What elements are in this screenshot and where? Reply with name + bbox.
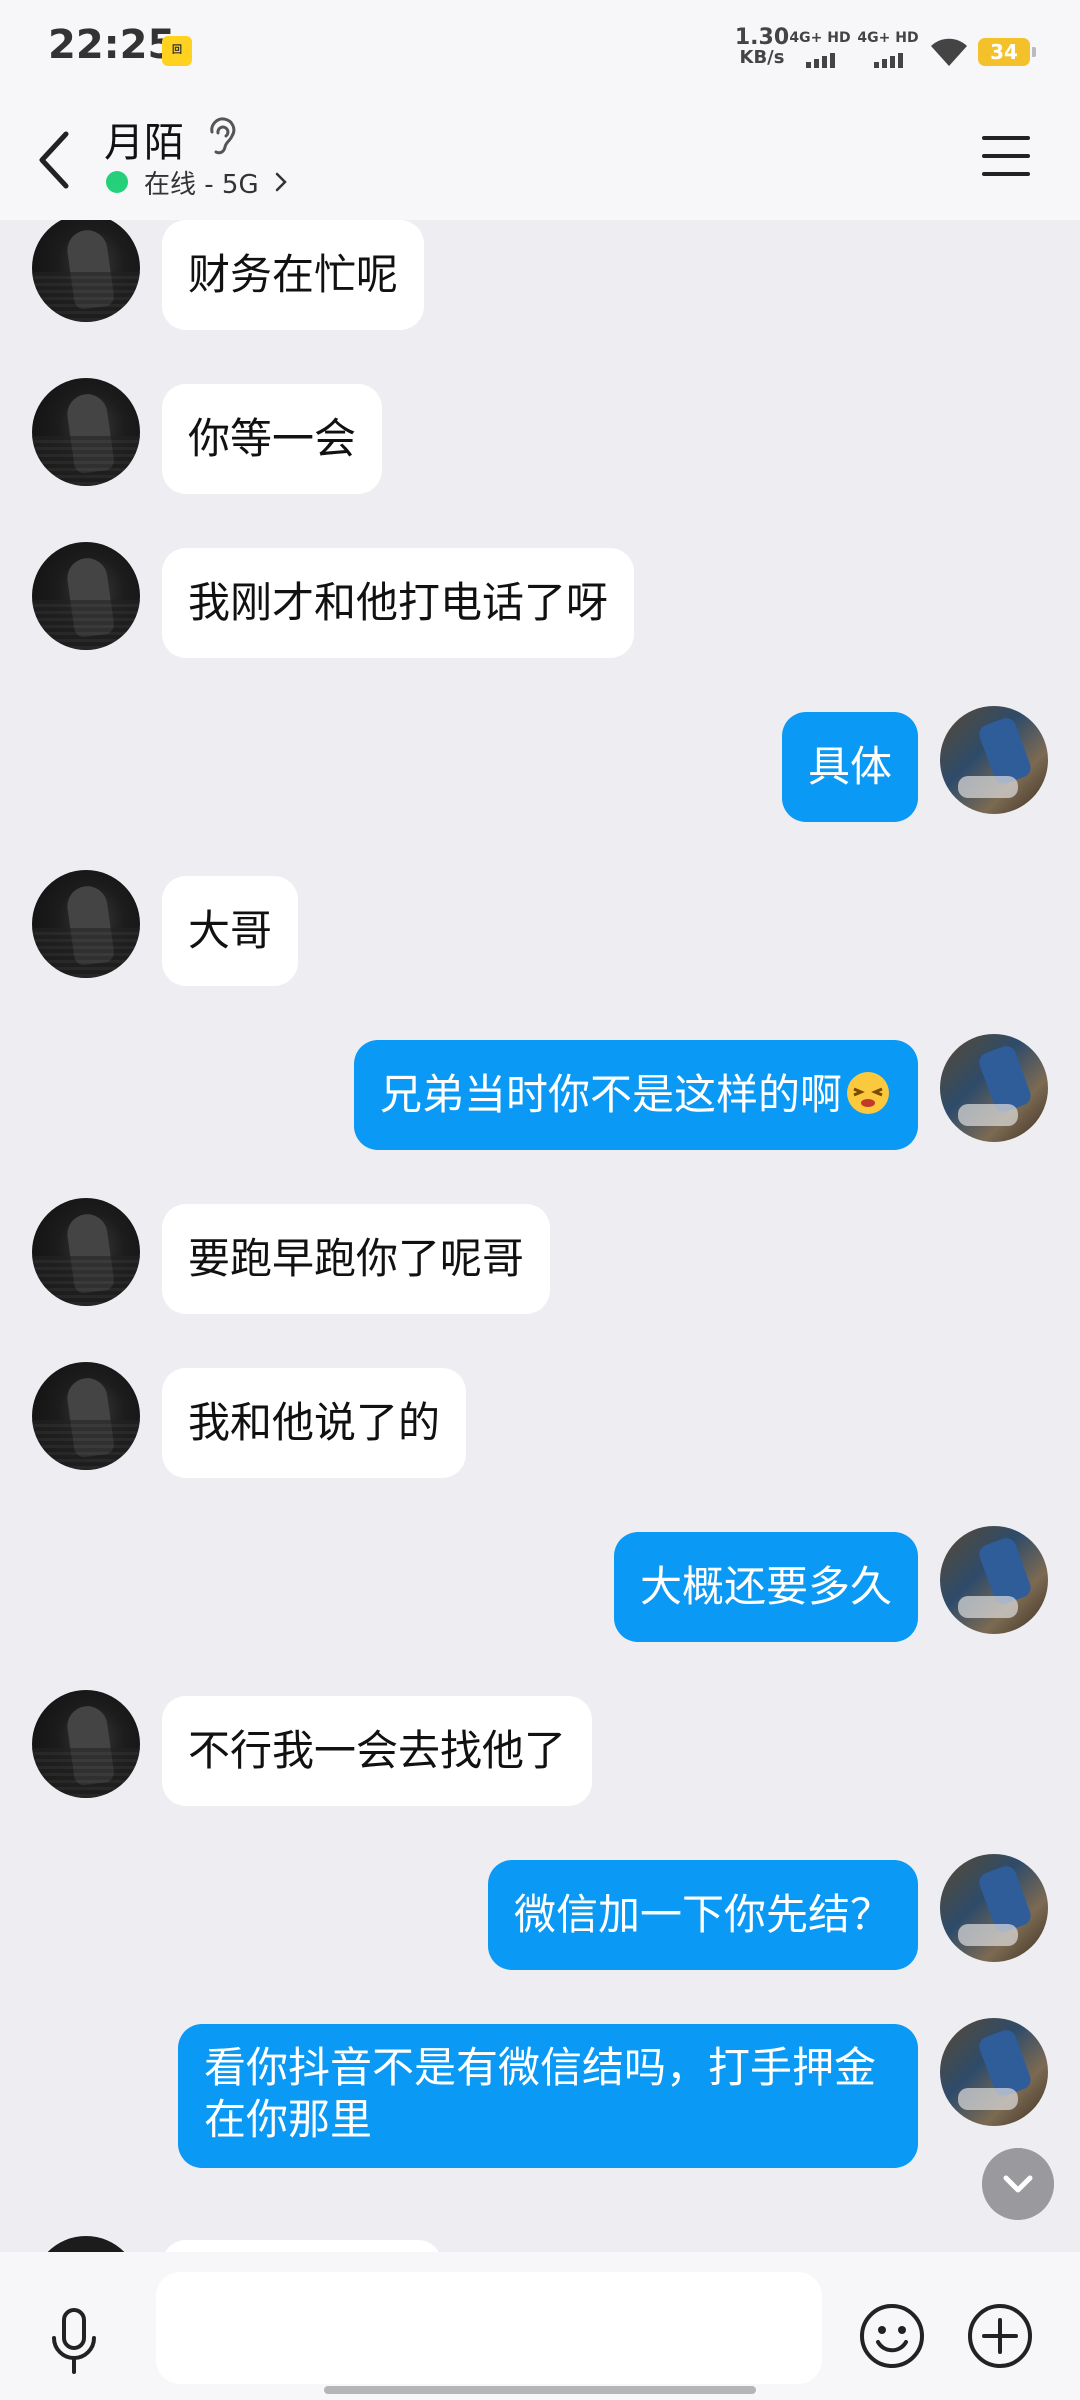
- network-speed-value: 1.30: [734, 25, 790, 50]
- chevron-right-icon: [275, 172, 287, 192]
- app-notification-icon: 回: [162, 36, 192, 66]
- ear-icon[interactable]: [204, 114, 240, 158]
- back-button[interactable]: [30, 120, 86, 200]
- received-message[interactable]: 财务在忙呢: [162, 220, 425, 330]
- network-speed: 1.30 KB/s: [734, 25, 790, 68]
- message-list[interactable]: 财务在忙呢 你等一会 我刚才和他打电话了呀 具体 大哥 兄弟当时你不是这样的啊 …: [0, 220, 1080, 2252]
- sent-message[interactable]: 具体: [781, 712, 918, 822]
- contact-avatar[interactable]: [32, 220, 140, 322]
- my-avatar[interactable]: [940, 1034, 1048, 1142]
- status-time: 22:25: [48, 22, 176, 68]
- battery-icon: 34: [978, 38, 1036, 66]
- sent-message[interactable]: 微信加一下你先结？: [487, 1860, 918, 1970]
- contact-avatar[interactable]: [32, 870, 140, 978]
- scroll-to-bottom-button[interactable]: [982, 2148, 1054, 2220]
- received-message[interactable]: 大哥: [162, 876, 299, 986]
- network-speed-unit: KB/s: [739, 47, 785, 68]
- my-avatar[interactable]: [940, 706, 1048, 814]
- signal-label: 4G+ HD: [857, 30, 919, 46]
- sent-message[interactable]: 兄弟当时你不是这样的啊: [353, 1040, 918, 1150]
- presence-status[interactable]: 在线 - 5G: [106, 164, 289, 200]
- received-message[interactable]: 要跑早跑你了呢哥: [162, 1204, 551, 1314]
- received-message[interactable]: 不行我一会去找他了: [162, 1696, 593, 1806]
- signal-label: 4G+ HD: [789, 30, 851, 46]
- presence-text: 在线 - 5G: [144, 169, 259, 200]
- chat-header: 月陌 在线 - 5G: [0, 100, 1080, 220]
- signal-icon: 4G+ HD: [788, 30, 852, 70]
- contact-avatar[interactable]: [32, 1690, 140, 1798]
- received-message[interactable]: 你等一会: [162, 384, 383, 494]
- contact-name[interactable]: 月陌: [104, 110, 184, 168]
- dizzy-face-emoji-icon: [847, 1072, 889, 1114]
- input-bar: [0, 2252, 1080, 2400]
- plus-icon[interactable]: [966, 2302, 1034, 2370]
- contact-avatar[interactable]: [32, 378, 140, 486]
- home-indicator[interactable]: [324, 2386, 756, 2394]
- sent-message[interactable]: 大概还要多久: [613, 1532, 918, 1642]
- status-bar: 22:25 回 1.30 KB/s 4G+ HD 4G+ HD 34: [0, 0, 1080, 100]
- message-text: 兄弟当时你不是这样的啊: [379, 1070, 842, 1119]
- received-message[interactable]: 我和他说了的: [162, 1368, 467, 1478]
- sent-message[interactable]: 看你抖音不是有微信结吗，打手押金在你那里: [178, 2024, 918, 2168]
- contact-avatar[interactable]: [32, 542, 140, 650]
- microphone-icon[interactable]: [44, 2306, 104, 2376]
- contact-avatar[interactable]: [32, 1198, 140, 1306]
- emoji-icon[interactable]: [858, 2302, 926, 2370]
- my-avatar[interactable]: [940, 1526, 1048, 1634]
- wifi-icon: [931, 38, 967, 66]
- menu-icon[interactable]: [978, 128, 1034, 184]
- contact-avatar[interactable]: [32, 1362, 140, 1470]
- received-message[interactable]: 我刚才和他打电话了呀: [162, 548, 635, 658]
- online-dot-icon: [106, 171, 128, 193]
- message-input[interactable]: [156, 2272, 822, 2384]
- signal-icon: 4G+ HD: [856, 30, 920, 70]
- my-avatar[interactable]: [940, 1854, 1048, 1962]
- my-avatar[interactable]: [940, 2018, 1048, 2126]
